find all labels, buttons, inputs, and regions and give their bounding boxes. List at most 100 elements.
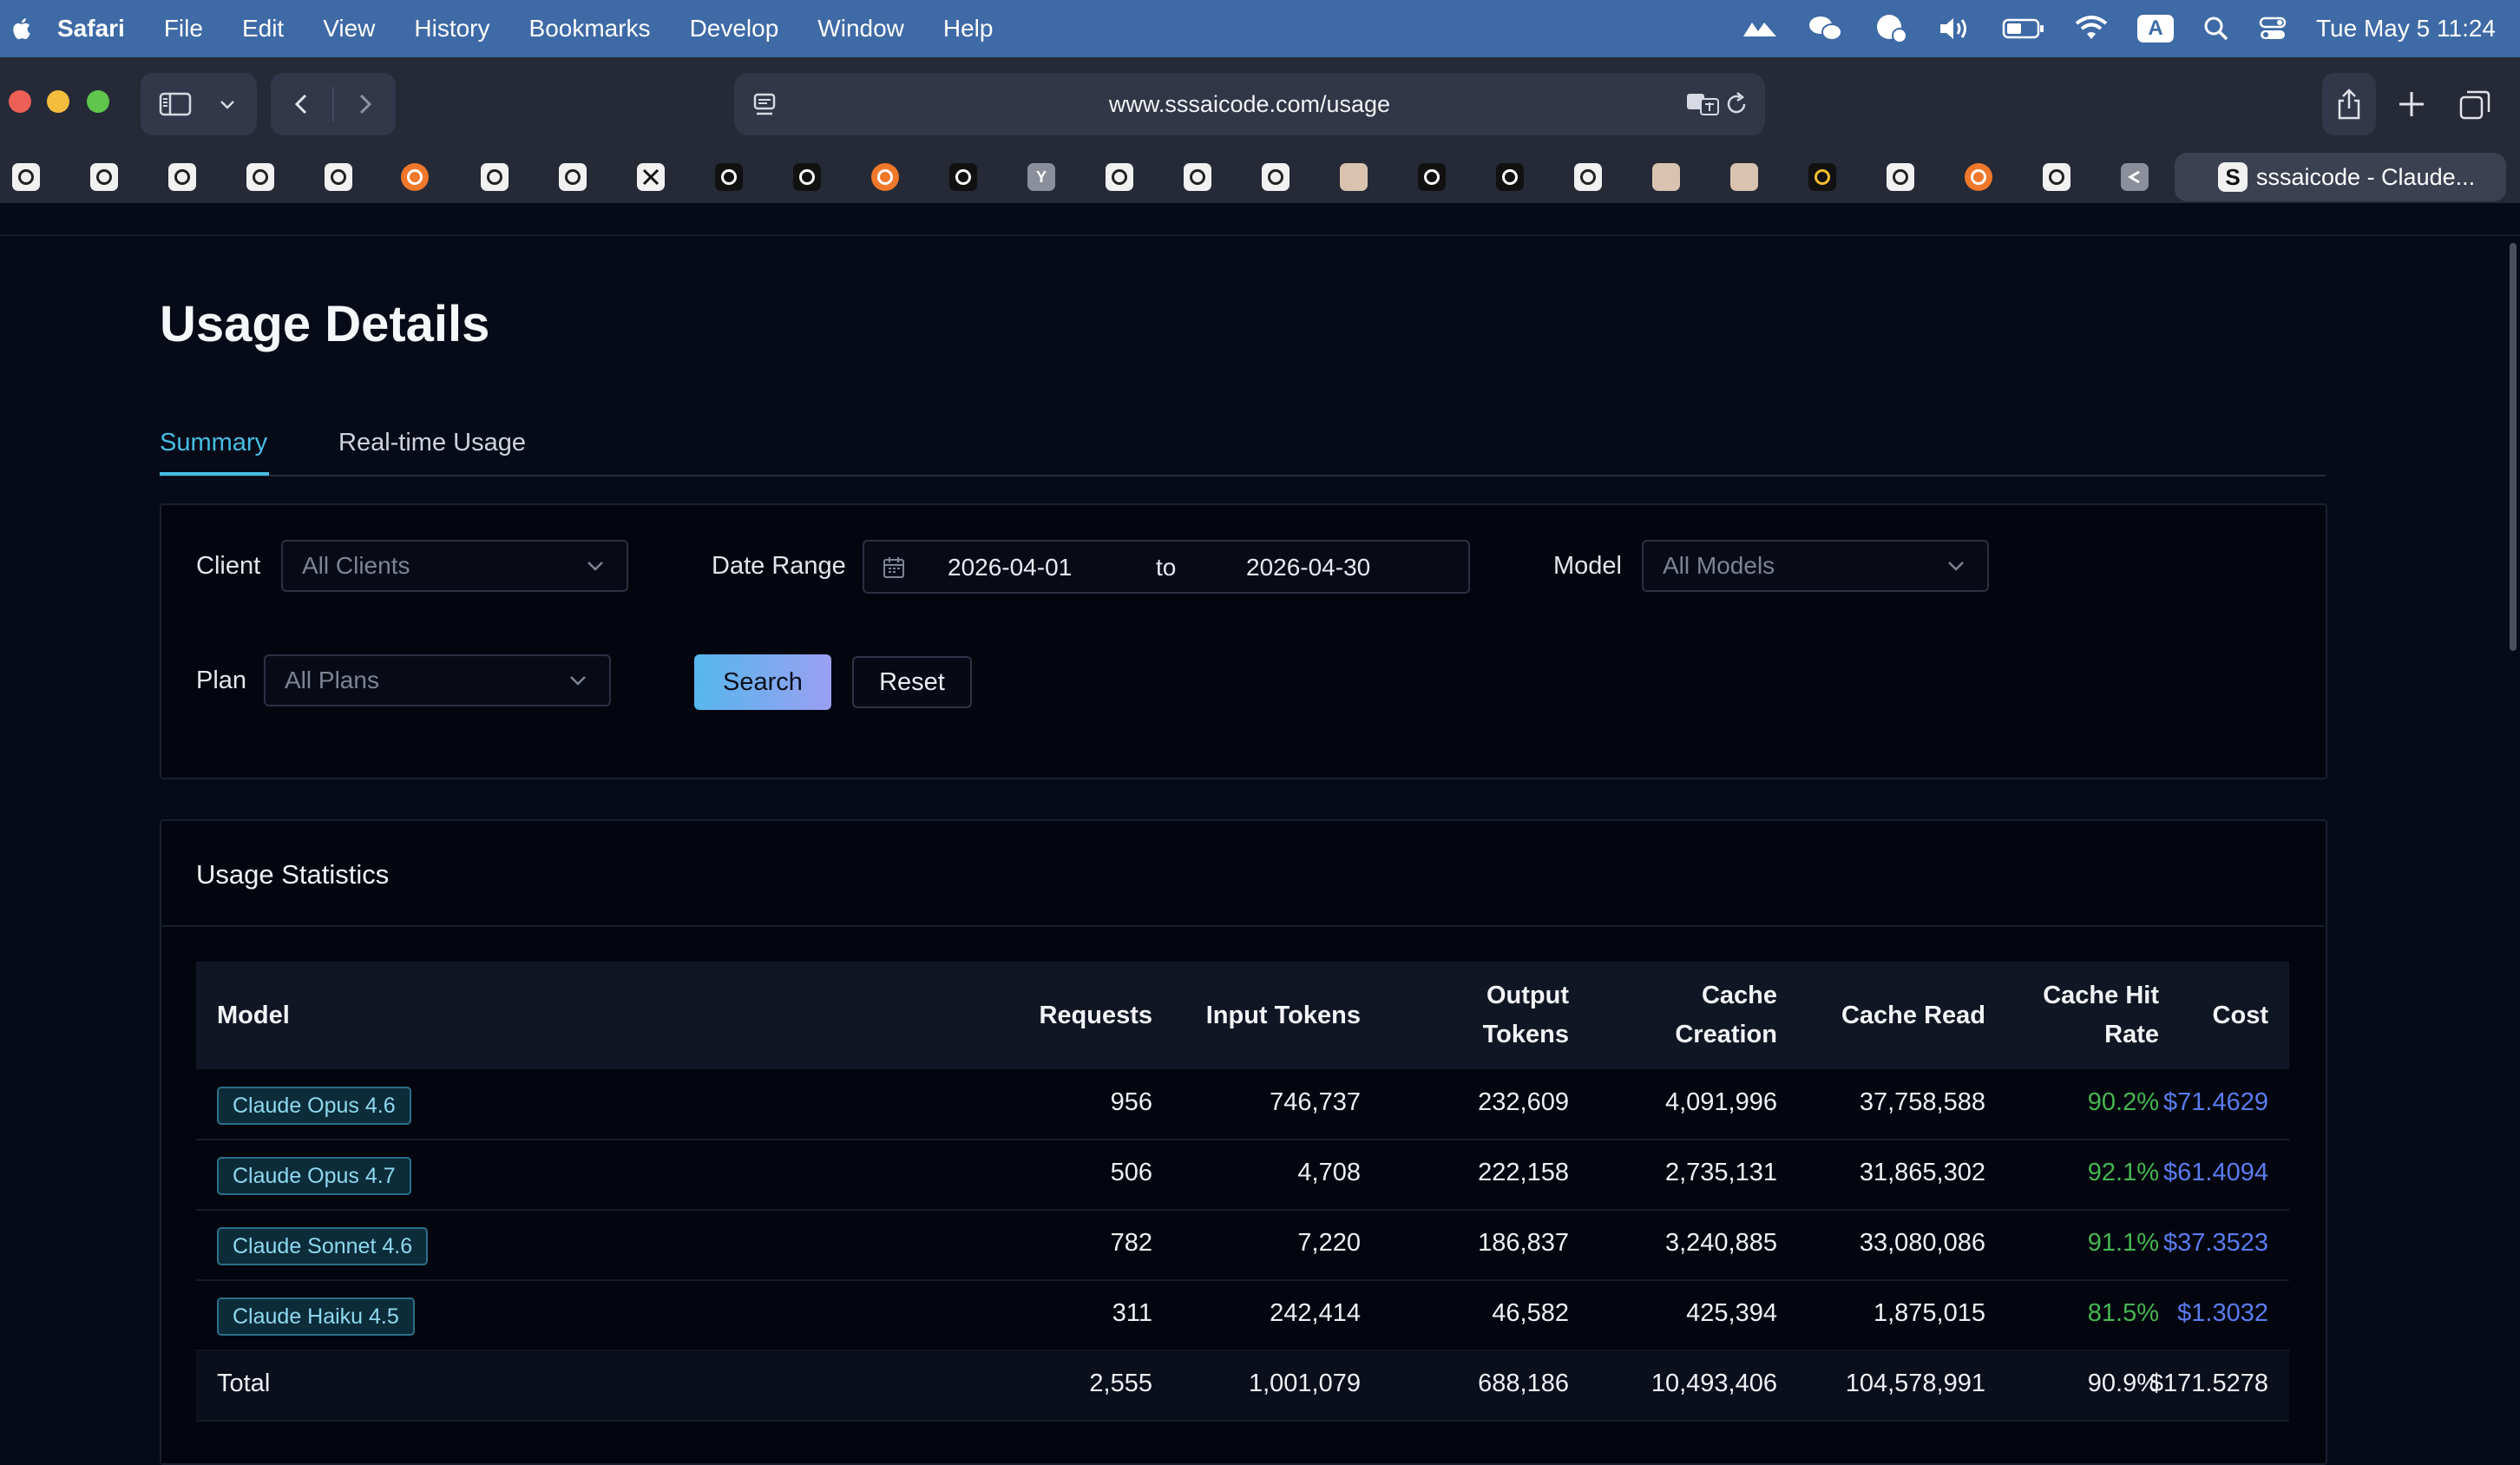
bookmark-github-icon[interactable] (1496, 163, 1524, 191)
bookmark-openai-icon[interactable] (1106, 163, 1133, 191)
bookmark-openai-icon[interactable] (1262, 163, 1290, 191)
bookmark-x-icon[interactable] (637, 163, 665, 191)
total-cache-hit-rate: 90.9% (2087, 1370, 2159, 1397)
cell-cache-hit-rate: 92.1% (2087, 1159, 2159, 1186)
menu-edit[interactable]: Edit (242, 15, 284, 43)
bookmark-github-icon[interactable] (1808, 163, 1836, 191)
site-favicon-letter: S (2225, 163, 2241, 190)
window-minimize-button[interactable] (47, 90, 69, 113)
active-browser-tab[interactable]: S sssaicode - Claude... (2175, 153, 2506, 201)
total-cache-read: 104,578,991 (1845, 1370, 1985, 1397)
new-tab-button[interactable] (2397, 82, 2426, 131)
bookmark-github-icon[interactable] (1418, 163, 1446, 191)
battery-icon[interactable] (2002, 17, 2045, 40)
bookmark-duckduckgo-icon[interactable] (401, 163, 429, 191)
client-select[interactable]: All Clients (281, 540, 628, 592)
cell-cost: $61.4094 (2163, 1159, 2268, 1186)
bookmark-github-icon[interactable] (949, 163, 977, 191)
bookmark-openai-icon[interactable] (559, 163, 587, 191)
bookmark-openai-icon[interactable] (1574, 163, 1602, 191)
cell-cache-read: 37,758,588 (1859, 1088, 1985, 1116)
input-source-icon[interactable]: A (2136, 15, 2174, 43)
bookmark-profile-photo-icon[interactable] (1340, 163, 1368, 191)
bookmark-profile-photo-icon[interactable] (1730, 163, 1758, 191)
menu-help[interactable]: Help (943, 15, 994, 43)
bookmark-openai-icon[interactable] (2043, 163, 2070, 191)
address-bar[interactable]: www.sssaicode.com/usage (734, 73, 1765, 135)
tab-real-time-usage[interactable]: Real-time Usage (338, 429, 526, 457)
plan-select[interactable]: All Plans (264, 654, 611, 706)
wifi-icon[interactable] (2075, 16, 2108, 42)
bookmark-y-icon[interactable]: Y (1027, 163, 1055, 191)
wechat-icon[interactable] (1808, 14, 1844, 43)
page-menu-icon[interactable] (751, 90, 778, 118)
menu-history[interactable]: History (414, 15, 489, 43)
column-header-output-tokens-line2: Tokens (1482, 1021, 1569, 1048)
bookmark-openai-icon[interactable] (1887, 163, 1914, 191)
bookmark-github-icon[interactable] (793, 163, 821, 191)
menu-app-name[interactable]: Safari (57, 15, 125, 43)
cell-requests: 311 (1112, 1299, 1152, 1327)
model-label: Model (1553, 552, 1622, 580)
search-button[interactable]: Search (694, 654, 831, 710)
menu-file[interactable]: File (164, 15, 203, 43)
back-icon[interactable] (289, 91, 315, 117)
plan-label: Plan (196, 667, 247, 694)
chat-badge-icon[interactable] (1874, 13, 1908, 44)
sidebar-toggle-button[interactable] (141, 73, 257, 135)
volume-icon[interactable] (1938, 16, 1972, 42)
menu-bookmarks[interactable]: Bookmarks (529, 15, 651, 43)
usage-statistics-divider (161, 925, 2324, 927)
cell-output-tokens: 186,837 (1478, 1229, 1569, 1257)
bookmark-chevron-icon[interactable] (2121, 163, 2149, 191)
window-close-button[interactable] (9, 90, 31, 113)
cell-input-tokens: 4,708 (1297, 1159, 1361, 1186)
cell-cache-read: 1,875,015 (1873, 1299, 1985, 1327)
menubar-clock[interactable]: Tue May 5 11:24 (2316, 15, 2496, 43)
bookmark-openai-icon[interactable] (325, 163, 352, 191)
page-scrollbar[interactable] (2510, 243, 2517, 651)
status-app-icon[interactable] (1742, 17, 1778, 40)
reset-button[interactable]: Reset (852, 656, 972, 708)
bookmark-openai-icon[interactable] (481, 163, 509, 191)
apple-icon[interactable] (10, 16, 31, 41)
bookmark-github-icon[interactable] (715, 163, 743, 191)
bookmark-duckduckgo-icon[interactable] (1965, 163, 1992, 191)
total-cost: $171.5278 (2149, 1370, 2268, 1397)
cell-cache-hit-rate: 81.5% (2087, 1299, 2159, 1327)
bookmark-openai-icon[interactable] (90, 163, 118, 191)
active-tab-indicator (160, 472, 269, 476)
spotlight-search-icon[interactable] (2203, 16, 2229, 42)
model-badge: Claude Opus 4.7 (217, 1157, 411, 1195)
menu-develop[interactable]: Develop (690, 15, 779, 43)
total-output-tokens: 688,186 (1478, 1370, 1569, 1397)
bookmark-openai-icon[interactable] (168, 163, 196, 191)
cell-cache-read: 33,080,086 (1859, 1229, 1985, 1257)
forward-icon[interactable] (351, 91, 377, 117)
date-range-picker[interactable]: 2026-04-01 to 2026-04-30 (863, 540, 1470, 594)
menu-view[interactable]: View (323, 15, 375, 43)
model-badge: Claude Haiku 4.5 (217, 1297, 415, 1336)
model-select[interactable]: All Models (1642, 540, 1989, 592)
control-center-icon[interactable] (2259, 16, 2287, 42)
cell-input-tokens: 242,414 (1270, 1299, 1361, 1327)
date-start-input[interactable]: 2026-04-01 (948, 554, 1072, 581)
bookmark-profile-photo-icon[interactable] (1652, 163, 1680, 191)
bookmark-openai-icon[interactable] (1184, 163, 1211, 191)
translate-icon[interactable] (1685, 90, 1720, 118)
window-zoom-button[interactable] (87, 90, 109, 113)
column-header-requests: Requests (1039, 1002, 1152, 1029)
table-row: Claude Haiku 4.5 311 242,414 46,582 425,… (196, 1280, 2289, 1351)
bookmark-openai-icon[interactable] (12, 163, 40, 191)
reload-icon[interactable] (1723, 90, 1749, 118)
tab-overview-button[interactable] (2458, 82, 2492, 131)
date-end-input[interactable]: 2026-04-30 (1246, 554, 1370, 581)
share-button[interactable] (2322, 73, 2376, 135)
chevron-down-icon (570, 676, 586, 686)
total-cache-creation: 10,493,406 (1650, 1370, 1777, 1397)
bookmark-openai-icon[interactable] (246, 163, 274, 191)
bookmark-duckduckgo-icon[interactable] (871, 163, 899, 191)
menu-window[interactable]: Window (817, 15, 904, 43)
plan-select-value: All Plans (285, 667, 379, 693)
tab-summary[interactable]: Summary (160, 429, 267, 457)
